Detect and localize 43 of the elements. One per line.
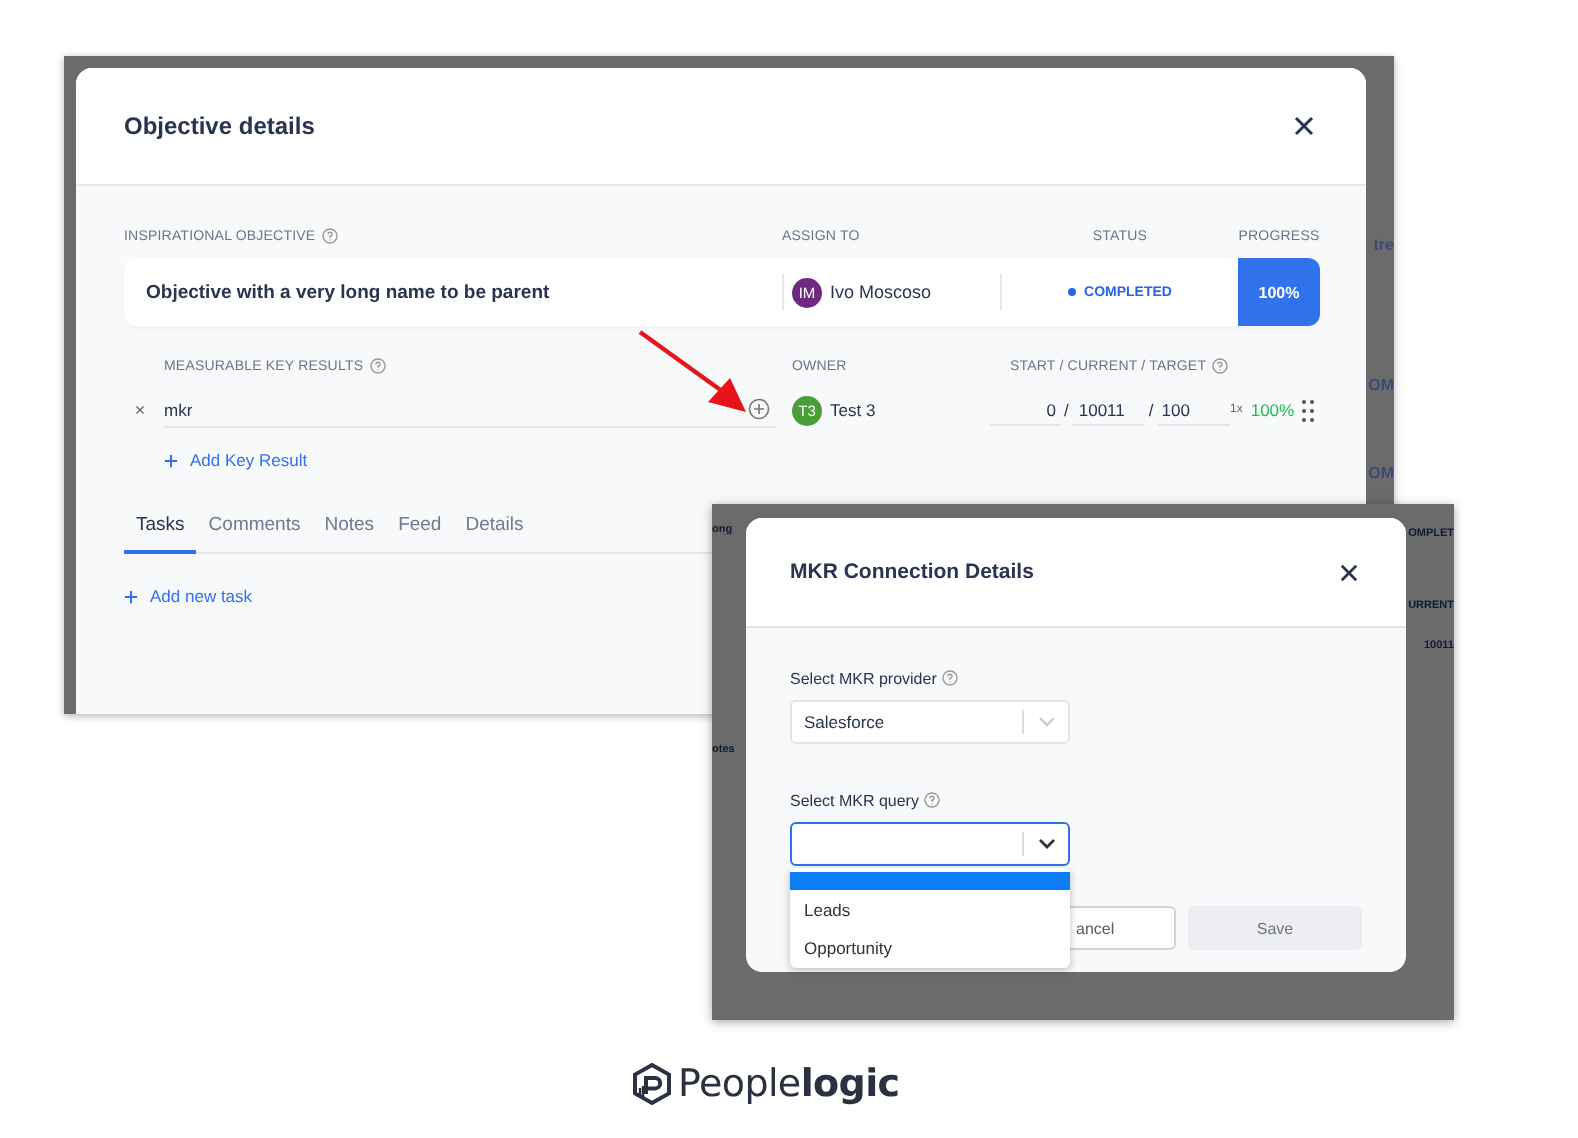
progress-percent: 100%	[1250, 400, 1295, 420]
help-icon[interactable]	[942, 670, 959, 686]
field-label: Select MKR provider	[790, 669, 937, 687]
close-icon	[1294, 116, 1314, 136]
hexagon-logo-icon	[630, 1062, 674, 1106]
pointer-arrow	[638, 330, 746, 412]
owner-name: Test 3	[830, 400, 876, 420]
assignee-name: Ivo Moscoso	[830, 282, 932, 302]
separator: /	[1148, 400, 1154, 420]
current-value-field[interactable]: 10011	[1072, 395, 1145, 425]
target-value-field[interactable]: 100	[1157, 395, 1230, 425]
help-icon[interactable]	[369, 358, 386, 374]
provider-select[interactable]: Salesforce	[790, 700, 1070, 744]
help-icon[interactable]	[924, 792, 941, 808]
status-dot-icon	[1068, 288, 1077, 296]
help-icon[interactable]	[1212, 358, 1229, 374]
chevron-down-icon	[1038, 716, 1056, 728]
help-icon[interactable]	[321, 228, 338, 244]
tab[interactable]: Details	[453, 506, 536, 554]
close-icon	[1339, 563, 1357, 581]
tab[interactable]: Comments	[196, 506, 313, 554]
save-button[interactable]: Save	[1188, 906, 1362, 950]
remove-button[interactable]: ×	[130, 400, 150, 420]
close-button[interactable]	[1290, 112, 1318, 140]
tab[interactable]: Notes	[312, 506, 387, 554]
field-label: Select MKR query	[790, 791, 919, 809]
separator: /	[1064, 400, 1069, 420]
query-select[interactable]	[790, 822, 1070, 866]
brand-name: Peoplelogic	[678, 1062, 900, 1106]
tab[interactable]: Feed	[386, 506, 454, 554]
objective-name: Objective with a very long name to be parent	[144, 281, 552, 303]
dialog-title: MKR Connection Details	[790, 560, 1034, 584]
plus-icon	[164, 453, 178, 467]
add-circle-icon[interactable]	[748, 398, 770, 420]
chevron-down-icon	[1038, 838, 1056, 850]
add-key-result-link[interactable]: Add Key Result	[164, 450, 308, 470]
progress-badge: 100%	[1238, 258, 1320, 326]
add-task-link[interactable]: Add new task	[124, 586, 253, 606]
plus-icon	[124, 589, 138, 603]
drag-handle-icon[interactable]	[1302, 399, 1315, 421]
dialog-title: Objective details	[124, 112, 315, 140]
tab[interactable]: Tasks	[124, 506, 197, 554]
start-value-field[interactable]: 0	[990, 395, 1060, 425]
